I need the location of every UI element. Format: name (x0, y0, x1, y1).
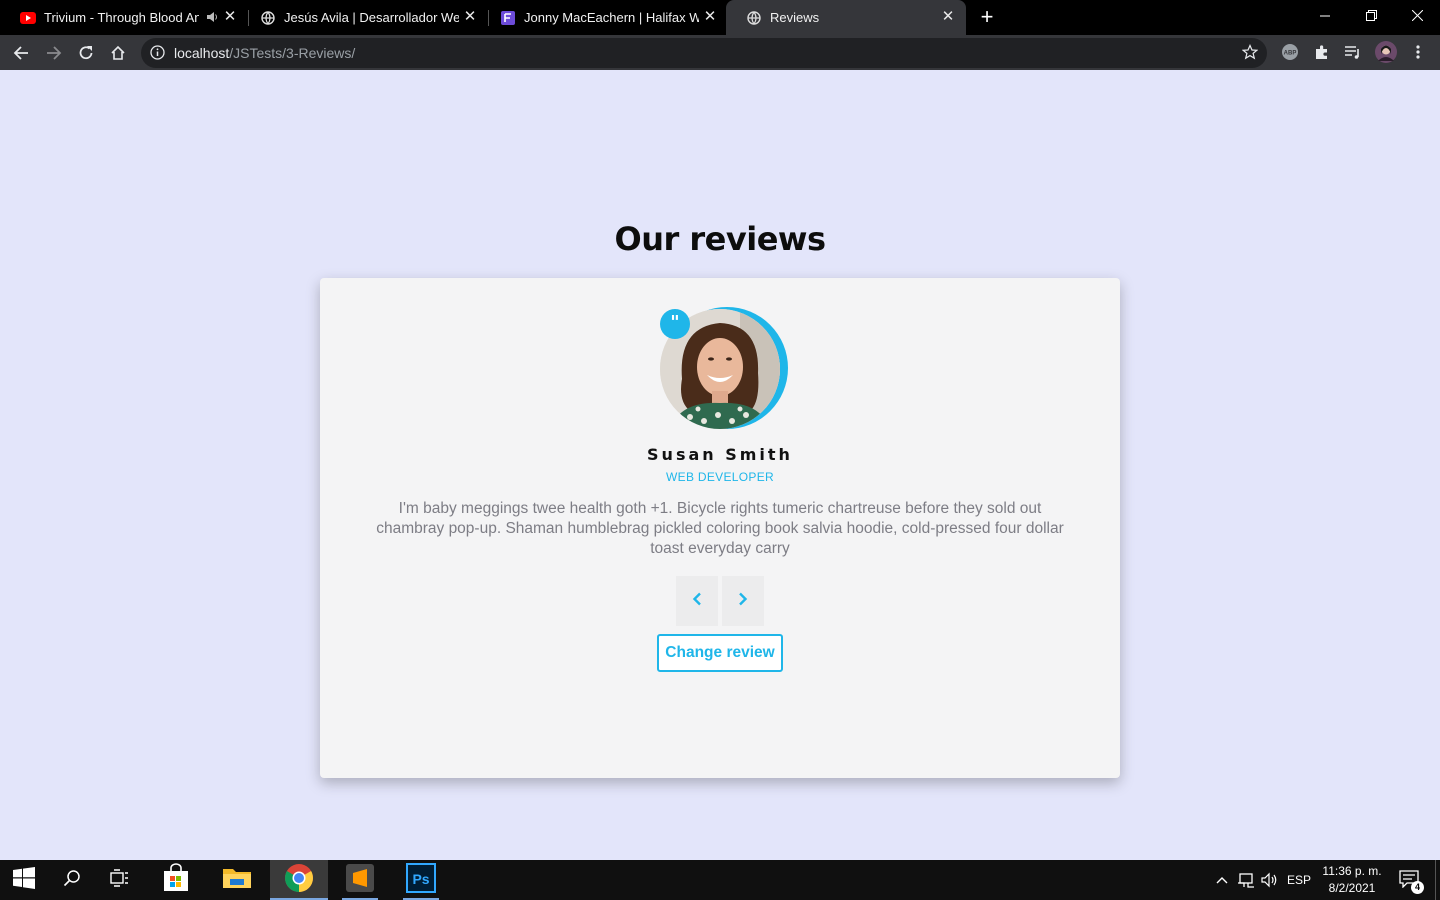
chevron-left-icon (692, 592, 702, 611)
reload-button[interactable] (74, 41, 98, 65)
svg-text:Ps: Ps (412, 871, 429, 887)
file-explorer-app[interactable] (213, 860, 261, 900)
tab-youtube[interactable]: Trivium - Through Blood And Dirt And Bon… (0, 0, 248, 35)
review-text: I'm baby meggings twee health goth +1. B… (376, 500, 1064, 557)
globe-icon (260, 10, 276, 26)
next-review-button[interactable] (722, 576, 764, 626)
tab-title: Reviews (770, 10, 820, 25)
photoshop-app[interactable]: Ps (397, 860, 445, 900)
youtube-icon (20, 10, 36, 26)
show-hidden-icons-button[interactable] (1212, 860, 1232, 900)
volume-icon[interactable] (1260, 860, 1280, 900)
address-bar[interactable]: localhost/JSTests/3-Reviews/ (141, 38, 1267, 68)
page-title: Our reviews (614, 220, 826, 258)
notification-icon: 4 (1399, 870, 1424, 894)
notification-count-badge: 4 (1411, 881, 1424, 894)
quote-icon: " (660, 309, 690, 339)
input-language[interactable]: ESP (1287, 860, 1311, 900)
review-card: " Susan Smith WEB DEVELOPER I'm baby meg… (320, 278, 1120, 778)
system-clock[interactable]: 11:36 p. m. 8/2/2021 (1318, 863, 1386, 897)
info-icon[interactable] (150, 45, 165, 65)
photoshop-icon: Ps (406, 862, 436, 898)
tab-title: Jesús Avila | Desarrollador Web (284, 10, 459, 25)
globe-icon (746, 10, 762, 26)
tab-reviews[interactable]: Reviews ✕ (726, 0, 966, 35)
new-tab-button[interactable]: + (976, 6, 998, 28)
chrome-app[interactable] (270, 860, 328, 900)
restore-button[interactable] (1348, 0, 1394, 32)
tab-jonny-maceachern[interactable]: Jonny MacEachern | Halifax WordPress ✕ (480, 0, 728, 35)
tab-close-icon[interactable]: ✕ (222, 9, 238, 25)
reviewer-name: Susan Smith (647, 445, 793, 464)
browser-toolbar: localhost/JSTests/3-Reviews/ ABP (0, 35, 1440, 70)
close-window-button[interactable] (1394, 0, 1440, 32)
extensions-puzzle-icon[interactable] (1312, 42, 1332, 62)
notification-center-button[interactable]: 4 (1396, 860, 1424, 900)
search-icon (63, 869, 81, 892)
tab-jesus-avila[interactable]: Jesús Avila | Desarrollador Web ✕ (240, 0, 488, 35)
tab-title: Trivium - Through Blood And Dirt And Bon… (44, 10, 199, 25)
site-icon (500, 10, 516, 26)
bookmark-star-icon[interactable] (1241, 44, 1259, 65)
windows-taskbar: Ps ESP 11:36 p. m. 8/2/2021 4 (0, 860, 1440, 900)
tab-close-icon[interactable]: ✕ (702, 9, 718, 25)
change-review-button[interactable]: Change review (657, 634, 783, 672)
network-icon[interactable] (1236, 860, 1256, 900)
sublime-text-app[interactable] (336, 860, 384, 900)
start-button[interactable] (0, 860, 48, 900)
browser-menu-icon[interactable] (1408, 42, 1428, 62)
adblock-extension-icon[interactable]: ABP (1280, 42, 1300, 62)
back-button[interactable] (9, 41, 33, 65)
task-view-button[interactable] (96, 860, 144, 900)
folder-icon (222, 866, 252, 895)
speaker-icon[interactable] (206, 10, 218, 27)
media-queue-icon[interactable] (1343, 42, 1363, 62)
search-button[interactable] (48, 860, 96, 900)
chrome-icon (284, 863, 314, 898)
reviewer-photo-wrap: " (660, 307, 788, 431)
chevron-right-icon (738, 592, 748, 611)
sublime-text-icon (345, 863, 375, 898)
store-bag-icon (161, 862, 191, 898)
reviewer-job: WEB DEVELOPER (666, 470, 774, 484)
profile-avatar[interactable] (1375, 41, 1397, 63)
tab-title: Jonny MacEachern | Halifax WordPress (524, 10, 699, 25)
page-viewport: Our reviews " Susan Smith WEB DEVELOPER … (0, 70, 1440, 860)
minimize-button[interactable] (1302, 0, 1348, 32)
forward-button[interactable] (42, 41, 66, 65)
tab-close-icon[interactable]: ✕ (462, 9, 478, 25)
chevron-up-icon (1216, 873, 1228, 887)
show-desktop-button[interactable] (1435, 860, 1440, 900)
home-button[interactable] (106, 41, 130, 65)
browser-tab-strip: Trivium - Through Blood And Dirt And Bon… (0, 0, 1440, 35)
url-text: localhost/JSTests/3-Reviews/ (174, 45, 356, 61)
tab-close-icon[interactable]: ✕ (940, 9, 956, 25)
clock-date: 8/2/2021 (1328, 881, 1376, 895)
prev-review-button[interactable] (676, 576, 718, 626)
microsoft-store-app[interactable] (152, 860, 200, 900)
svg-text:ABP: ABP (1284, 51, 1297, 57)
windows-logo-icon (13, 866, 35, 894)
task-view-icon (110, 868, 130, 892)
clock-time: 11:36 p. m. (1322, 864, 1382, 878)
